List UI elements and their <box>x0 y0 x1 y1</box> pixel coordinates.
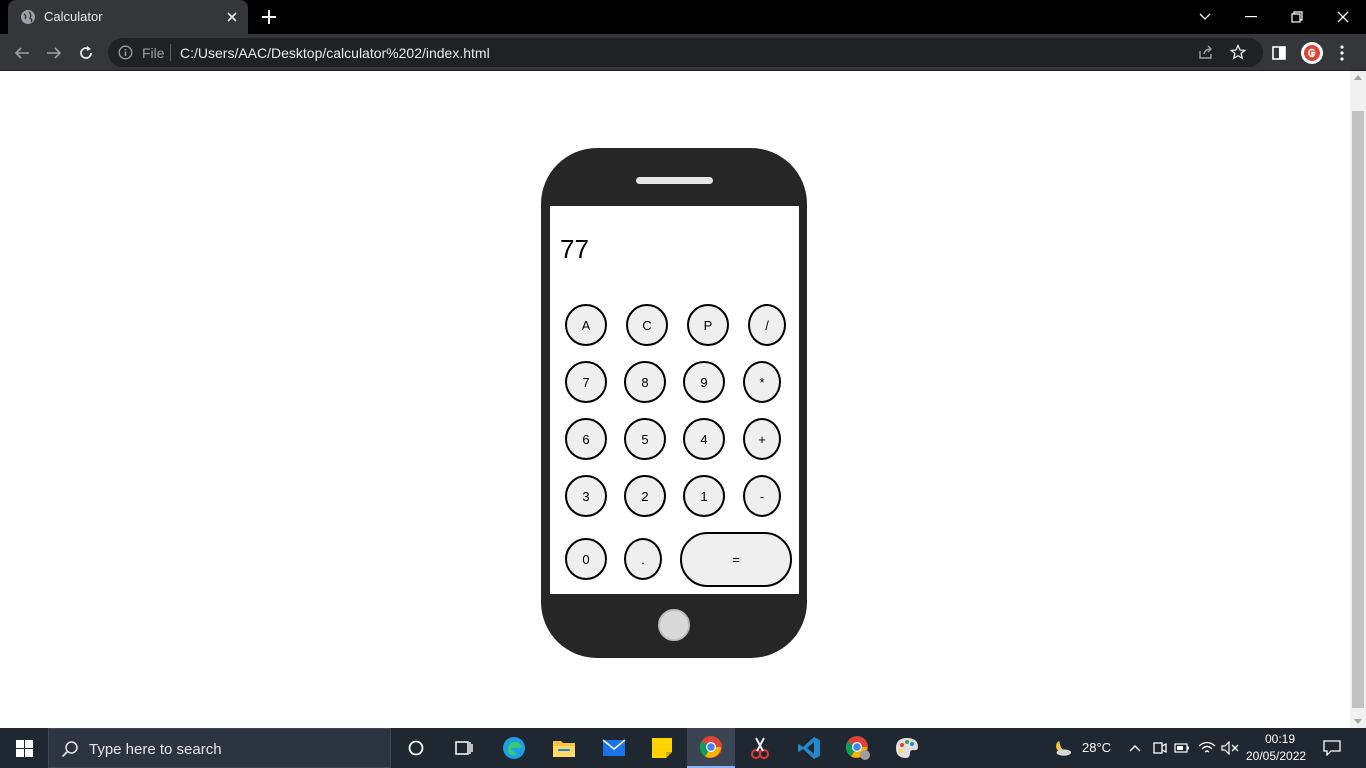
new-tab-plus-icon[interactable] <box>260 8 278 26</box>
calculator-screen: 77 A C P / 7 8 9 * 6 5 4 + 3 2 1 - 0 . = <box>550 206 799 594</box>
key-minus[interactable]: - <box>743 475 781 517</box>
snipping-tool-icon[interactable] <box>736 728 784 768</box>
key-2[interactable]: 2 <box>624 475 666 517</box>
info-icon[interactable] <box>118 45 133 60</box>
key-c[interactable]: C <box>626 304 668 346</box>
profile-avatar[interactable] <box>1301 42 1323 64</box>
battery-icon[interactable] <box>1172 738 1192 758</box>
clock-date[interactable]: 20/05/2022 <box>1246 749 1306 763</box>
key-9[interactable]: 9 <box>683 361 725 403</box>
tab-title: Calculator <box>44 9 103 24</box>
weather-temperature[interactable]: 28°C <box>1082 740 1111 755</box>
menu-kebab-icon[interactable] <box>1331 42 1353 64</box>
url-text[interactable]: C:/Users/AAC/Desktop/calculator%202/inde… <box>180 45 490 61</box>
wifi-icon[interactable] <box>1197 738 1217 758</box>
chrome-icon[interactable] <box>687 728 735 768</box>
bookmark-star-icon[interactable] <box>1230 44 1246 60</box>
key-3[interactable]: 3 <box>565 475 607 517</box>
notification-center-icon[interactable] <box>1322 738 1342 758</box>
side-panel-icon[interactable] <box>1268 42 1290 64</box>
scroll-up-arrow-icon[interactable] <box>1354 75 1362 80</box>
calculator-display: 77 <box>560 234 589 264</box>
key-6[interactable]: 6 <box>565 418 607 460</box>
minimize-icon[interactable] <box>1228 0 1274 34</box>
key-7[interactable]: 7 <box>565 361 607 403</box>
chevron-up-icon[interactable] <box>1125 738 1145 758</box>
close-window-icon[interactable] <box>1320 0 1366 34</box>
scrollbar-thumb[interactable] <box>1352 111 1364 708</box>
phone-frame: 77 A C P / 7 8 9 * 6 5 4 + 3 2 1 - 0 . = <box>541 148 807 658</box>
key-divide[interactable]: / <box>748 304 786 346</box>
key-4[interactable]: 4 <box>683 418 725 460</box>
paint-palette-icon[interactable] <box>883 728 931 768</box>
mail-icon[interactable] <box>590 728 638 768</box>
forward-arrow-icon[interactable] <box>43 42 65 64</box>
key-plus[interactable]: + <box>743 418 781 460</box>
key-8[interactable]: 8 <box>624 361 666 403</box>
key-1[interactable]: 1 <box>683 475 725 517</box>
key-equals[interactable]: = <box>680 532 792 587</box>
scheme-label: File <box>142 45 165 61</box>
windows-start-icon[interactable] <box>0 728 48 768</box>
share-icon[interactable] <box>1198 44 1214 60</box>
windows-taskbar: Type here to search 28°C 00:19 20/05/202… <box>0 728 1366 768</box>
vertical-scrollbar[interactable] <box>1350 71 1366 728</box>
volume-muted-icon[interactable] <box>1220 738 1240 758</box>
key-p[interactable]: P <box>687 304 729 346</box>
key-0[interactable]: 0 <box>565 538 607 580</box>
file-explorer-icon[interactable] <box>540 728 588 768</box>
vscode-icon[interactable] <box>785 728 833 768</box>
task-view-icon[interactable] <box>440 728 488 768</box>
search-placeholder: Type here to search <box>89 741 222 758</box>
clock-time[interactable]: 00:19 <box>1260 732 1300 746</box>
browser-tab[interactable]: Calculator <box>8 0 248 34</box>
chrome-profile-icon[interactable] <box>834 728 882 768</box>
close-tab-icon[interactable] <box>224 9 240 25</box>
sticky-notes-icon[interactable] <box>638 728 686 768</box>
browser-tab-strip: Calculator <box>0 0 1366 34</box>
back-arrow-icon[interactable] <box>11 42 33 64</box>
search-icon <box>61 740 79 758</box>
restore-icon[interactable] <box>1274 0 1320 34</box>
scroll-down-arrow-icon[interactable] <box>1354 719 1362 724</box>
weather-moon-cloud-icon[interactable] <box>1052 738 1072 758</box>
phone-home-button <box>658 609 690 641</box>
address-divider <box>170 44 171 61</box>
key-decimal[interactable]: . <box>624 538 662 580</box>
phone-speaker <box>636 177 713 184</box>
reload-icon[interactable] <box>75 42 97 64</box>
key-5[interactable]: 5 <box>624 418 666 460</box>
browser-toolbar: File C:/Users/AAC/Desktop/calculator%202… <box>0 34 1366 71</box>
globe-icon <box>20 9 36 25</box>
page-viewport: 77 A C P / 7 8 9 * 6 5 4 + 3 2 1 - 0 . = <box>0 71 1366 728</box>
address-bar[interactable]: File C:/Users/AAC/Desktop/calculator%202… <box>108 38 1263 67</box>
meet-now-icon[interactable] <box>1149 738 1169 758</box>
cortana-circle-icon[interactable] <box>392 728 440 768</box>
tab-search-chevron-icon[interactable] <box>1182 0 1228 34</box>
edge-browser-icon[interactable] <box>490 728 538 768</box>
taskbar-search-box[interactable]: Type here to search <box>48 728 391 768</box>
key-multiply[interactable]: * <box>743 361 781 403</box>
key-a[interactable]: A <box>565 304 607 346</box>
